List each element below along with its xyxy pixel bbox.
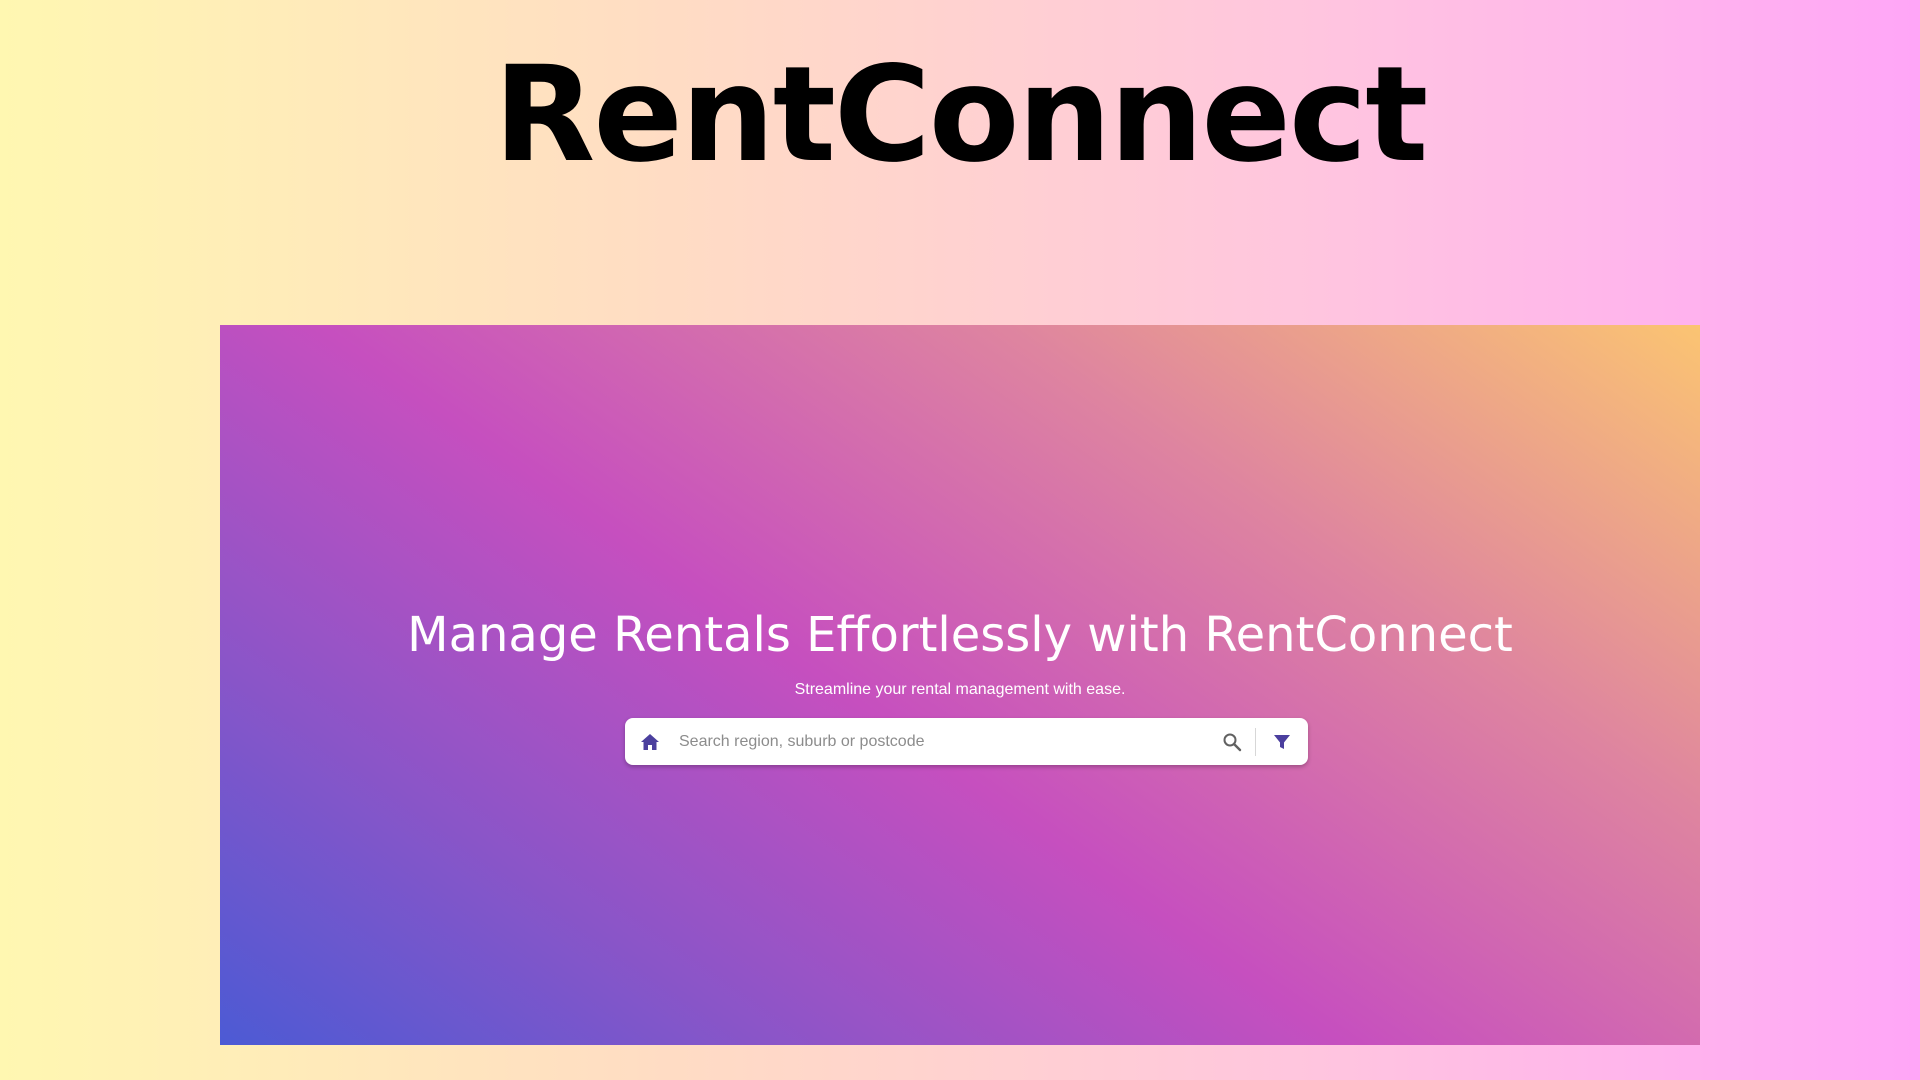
hero-heading: Manage Rentals Effortlessly with RentCon… [407,607,1513,663]
search-bar [625,718,1308,765]
brand-title: RentConnect [493,38,1429,192]
search-input[interactable] [675,718,1209,765]
home-button[interactable] [625,718,675,765]
filter-icon [1274,734,1290,749]
search-button[interactable] [1209,718,1255,765]
search-icon [1223,733,1242,751]
filter-button[interactable] [1256,718,1308,765]
hero-banner: Manage Rentals Effortlessly with RentCon… [220,325,1700,1045]
home-icon [641,733,659,750]
hero-subheading: Streamline your rental management with e… [794,681,1126,698]
